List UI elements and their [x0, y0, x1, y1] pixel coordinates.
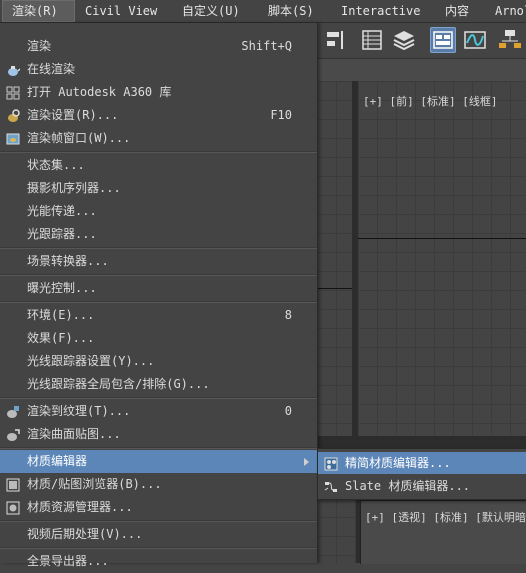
menu-item-label: 渲染帧窗口(W)... [27, 131, 131, 145]
menu-item-label: 渲染设置(R)... [27, 108, 119, 122]
layer-explorer-icon[interactable] [391, 27, 417, 53]
menu-item-shortcut: Shift+Q [241, 39, 292, 53]
menu-item-camera-sequencer[interactable]: 摄影机序列器... [0, 177, 317, 200]
menu-item-material-map-browser[interactable]: 材质/贴图浏览器(B)... [0, 473, 317, 496]
render-to-texture-icon [6, 404, 20, 418]
render-setup-icon [6, 108, 20, 122]
viewport-axis-line [317, 288, 352, 289]
menu-interactive[interactable]: Interactive [341, 0, 420, 22]
submenu-item-label: 精简材质编辑器... [345, 456, 451, 470]
menu-item-label: 效果(F)... [27, 331, 95, 345]
menu-item-panorama-exporter[interactable]: 全景导出器... [0, 550, 317, 573]
menu-item-material-explorer[interactable]: 材质资源管理器... [0, 496, 317, 519]
menu-item-light-tracer[interactable]: 光跟踪器... [0, 223, 317, 246]
submenu-item-slate-material-editor[interactable]: Slate 材质编辑器... [318, 475, 526, 497]
menu-item-label: 材质资源管理器... [27, 500, 133, 514]
menu-separator [0, 397, 317, 399]
toggle-ribbon-icon[interactable] [430, 27, 456, 53]
menu-item-label: 材质编辑器 [27, 454, 88, 468]
material-editor-submenu: 精简材质编辑器... Slate 材质编辑器... [317, 448, 526, 500]
viewport-bottom-left[interactable] [317, 498, 356, 563]
compact-material-editor-icon [324, 456, 338, 471]
menu-item-label: 环境(E)... [27, 308, 95, 322]
menu-separator [0, 520, 317, 522]
menu-item-label: 渲染到纹理(T)... [27, 404, 131, 418]
menu-item-shortcut: 8 [284, 308, 292, 322]
teapot-cloud-icon [6, 62, 21, 76]
menu-item-label: 全景导出器... [27, 554, 109, 568]
menu-item-material-editor[interactable]: 材质编辑器 [0, 450, 317, 473]
menu-item-render-surface-map[interactable]: 渲染曲面贴图... [0, 423, 317, 446]
viewport-left-edge[interactable] [317, 81, 352, 436]
menu-item-label: 渲染曲面贴图... [27, 427, 121, 441]
menu-item-raytracer-settings[interactable]: 光线跟踪器设置(Y)... [0, 350, 317, 373]
menu-separator [0, 151, 317, 153]
menu-item-label: 光能传递... [27, 204, 97, 218]
menu-item-online-render[interactable]: 在线渲染 [0, 58, 317, 81]
menu-item-label: 光跟踪器... [27, 227, 97, 241]
render-menu: 渲染 Shift+Q 在线渲染 打开 Autodesk A360 库 渲染设置(… [0, 23, 318, 568]
menu-separator [0, 447, 317, 449]
menu-separator [0, 301, 317, 303]
menu-arnold[interactable]: Arnold [495, 0, 526, 22]
menu-item-label: 摄影机序列器... [27, 181, 121, 195]
schematic-view-icon[interactable] [497, 27, 523, 53]
menu-item-raytracer-include-exclude[interactable]: 光线跟踪器全局包含/排除(G)... [0, 373, 317, 396]
menu-item-state-sets[interactable]: 状态集... [0, 154, 317, 177]
submenu-arrow-icon [304, 458, 309, 466]
material-browser-icon [6, 477, 20, 492]
menu-customize[interactable]: 自定义(U) [182, 0, 240, 22]
menu-separator [0, 247, 317, 249]
menu-separator [0, 274, 317, 276]
menu-civil-view[interactable]: Civil View [85, 0, 157, 22]
menu-item-radiosity[interactable]: 光能传递... [0, 200, 317, 223]
menu-item-render[interactable]: 渲染 Shift+Q [0, 35, 317, 58]
menu-item-render-setup[interactable]: 渲染设置(R)... F10 [0, 104, 317, 127]
menu-item-video-post[interactable]: 视频后期处理(V)... [0, 523, 317, 546]
menu-item-a360-gallery[interactable]: 打开 Autodesk A360 库 [0, 81, 317, 104]
menu-item-label: 光线跟踪器全局包含/排除(G)... [27, 377, 210, 391]
menu-item-label: 状态集... [27, 158, 85, 172]
viewport-divider [317, 436, 526, 448]
viewport-front-label[interactable]: [+] [前] [标准] [线框] [363, 93, 497, 109]
surface-map-icon [6, 427, 20, 441]
toolbar-strip [317, 58, 526, 82]
scene-explorer-icon[interactable] [359, 27, 385, 53]
menu-item-label: 场景转换器... [27, 254, 109, 268]
menu-separator [0, 547, 317, 549]
menu-item-exposure-control[interactable]: 曝光控制... [0, 277, 317, 300]
menu-item-label: 视频后期处理(V)... [27, 527, 143, 541]
slate-material-editor-icon [324, 479, 338, 493]
menu-content[interactable]: 内容 [445, 0, 469, 22]
curve-editor-icon[interactable] [462, 27, 488, 53]
menu-item-frame-window[interactable]: 渲染帧窗口(W)... [0, 127, 317, 150]
frame-window-icon [6, 131, 20, 145]
material-explorer-icon [6, 500, 20, 515]
align-icon[interactable] [323, 27, 349, 53]
menu-item-label: 曝光控制... [27, 281, 97, 295]
menu-item-environment[interactable]: 环境(E)... 8 [0, 304, 317, 327]
menu-item-scene-converter[interactable]: 场景转换器... [0, 250, 317, 273]
viewport-perspective-label[interactable]: [+] [透视] [标准] [默认明暗处理 [365, 509, 526, 525]
menu-item-effects[interactable]: 效果(F)... [0, 327, 317, 350]
menu-bar: 渲染(R) Civil View 自定义(U) 脚本(S) Interactiv… [0, 0, 526, 23]
menu-item-render-to-texture[interactable]: 渲染到纹理(T)... 0 [0, 400, 317, 423]
menu-render[interactable]: 渲染(R) [2, 0, 75, 22]
submenu-item-label: Slate 材质编辑器... [345, 479, 471, 493]
menu-item-shortcut: F10 [270, 108, 292, 122]
menu-item-label: 打开 Autodesk A360 库 [27, 85, 172, 99]
menu-item-label: 渲染 [27, 39, 52, 53]
main-toolbar [317, 23, 526, 57]
viewport-front[interactable] [358, 81, 526, 436]
menu-scripting[interactable]: 脚本(S) [268, 0, 314, 22]
a360-gallery-icon [6, 85, 20, 100]
submenu-item-compact-material-editor[interactable]: 精简材质编辑器... [318, 452, 526, 474]
menu-item-label: 在线渲染 [27, 62, 76, 76]
menu-item-shortcut: 0 [284, 404, 292, 418]
viewport-axis-line [358, 238, 526, 239]
menu-item-label: 光线跟踪器设置(Y)... [27, 354, 155, 368]
menu-item-label: 材质/贴图浏览器(B)... [27, 477, 162, 491]
